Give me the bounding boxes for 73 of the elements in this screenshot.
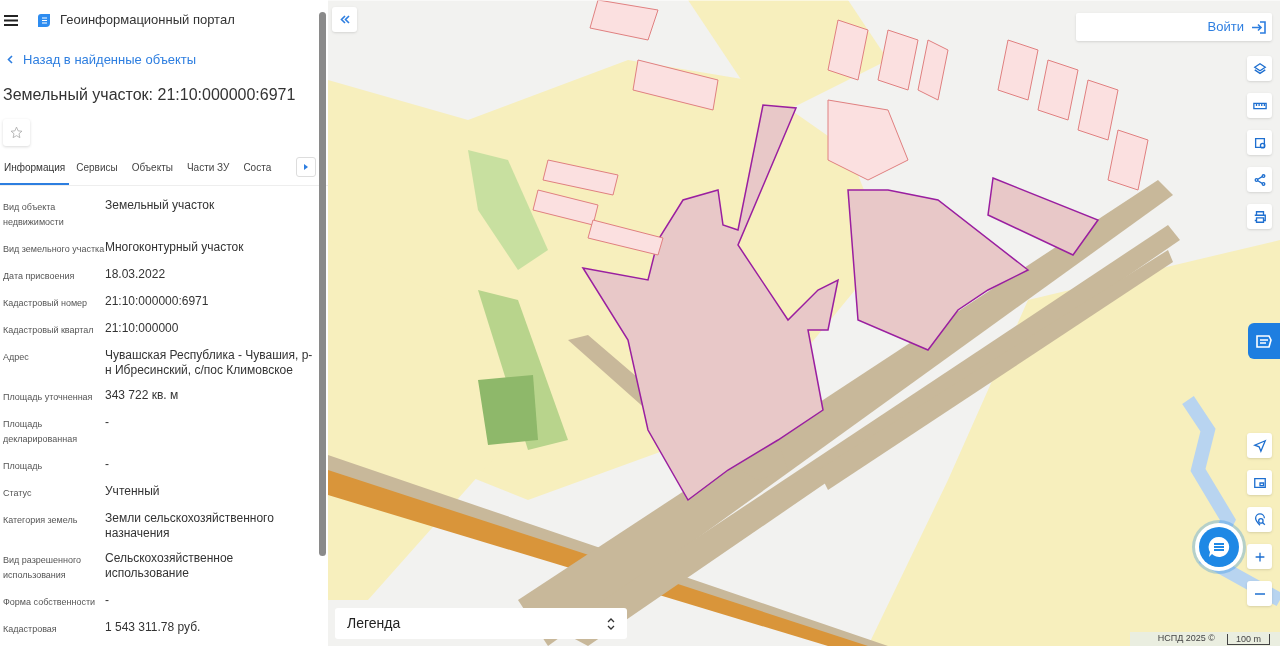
property-value: 21:10:000000:6971 xyxy=(105,293,210,309)
property-value: Земельный участок xyxy=(105,197,216,213)
print-icon xyxy=(1252,209,1267,224)
zoom-out-button[interactable] xyxy=(1247,581,1272,606)
property-value: 343 722 кв. м xyxy=(105,387,180,403)
attribution-text: НСПД 2025 © xyxy=(1157,632,1215,646)
navigation-arrow-button[interactable] xyxy=(1247,433,1272,458)
back-link[interactable]: Назад в найденные объекты xyxy=(7,50,197,70)
share-icon xyxy=(1252,172,1267,187)
app-title: Геоинформационный портал xyxy=(60,11,235,30)
tab[interactable]: Сервисы xyxy=(69,155,125,185)
menu-icon[interactable] xyxy=(4,14,18,26)
scale-bar: 100 m xyxy=(1227,633,1270,645)
property-label: Статус xyxy=(2,486,33,500)
navigation-arrow-icon xyxy=(1252,438,1267,453)
tab[interactable]: Соста xyxy=(236,155,279,185)
property-value: 21:10:000000 xyxy=(105,320,180,336)
location-search-icon xyxy=(1252,512,1267,527)
property-label: Кадастровая xyxy=(2,622,58,636)
tab[interactable]: Объекты xyxy=(124,155,180,185)
property-label: Форма собственности xyxy=(2,595,97,609)
layers-icon xyxy=(1252,61,1267,76)
caret-icon xyxy=(304,163,308,170)
property-label: Вид объекта недвижимости xyxy=(2,200,65,229)
map-drawing[interactable] xyxy=(328,0,1280,646)
chat-button[interactable] xyxy=(1199,527,1239,567)
login-icon xyxy=(1252,20,1266,34)
property-value: Чувашская Республика - Чувашия, р-н Ибресинский, с/пос Климовское xyxy=(105,347,314,378)
print-button[interactable] xyxy=(1247,204,1272,229)
login-button[interactable]: Войти xyxy=(1207,17,1266,37)
minimap-icon xyxy=(1252,475,1267,490)
chat-icon xyxy=(1208,536,1230,558)
property-label: Вид разрешенного использования xyxy=(2,553,83,582)
scrollbar[interactable] xyxy=(319,12,326,556)
sort-caret-icon xyxy=(607,617,615,630)
property-label: Вид земельного участка xyxy=(2,242,105,256)
property-value: Земли сельскохозяйственного назначения xyxy=(105,510,275,541)
property-value: 1 543 311.78 руб. xyxy=(105,619,202,635)
area-select-icon xyxy=(1252,135,1267,150)
tab[interactable]: Части ЗУ xyxy=(179,155,237,185)
object-title: Земельный участок: 21:10:000000:6971 xyxy=(3,84,297,105)
property-value: - xyxy=(105,456,110,472)
share-button[interactable] xyxy=(1247,167,1272,192)
star-icon xyxy=(10,125,23,139)
property-label: Адрес xyxy=(2,350,30,364)
back-chevron-icon xyxy=(7,55,13,65)
collapse-panel-button[interactable] xyxy=(332,7,357,32)
tab[interactable]: Информация xyxy=(0,155,70,185)
logo-icon xyxy=(38,13,50,27)
property-label: Дата присвоения xyxy=(2,269,76,283)
property-label: Площадь xyxy=(2,459,44,473)
area-select-button[interactable] xyxy=(1247,130,1272,155)
tabs-scroll-button[interactable] xyxy=(296,156,316,177)
property-value: - xyxy=(105,592,110,608)
double-chevron-icon xyxy=(339,15,350,24)
property-value: Учтенный xyxy=(105,483,161,499)
property-label: Кадастровый квартал xyxy=(2,323,95,337)
layers-button[interactable] xyxy=(1247,56,1272,81)
minimap-button[interactable] xyxy=(1247,470,1272,495)
location-search-button[interactable] xyxy=(1247,507,1272,532)
property-label: Категория земель xyxy=(2,513,79,527)
property-value: 18.03.2022 xyxy=(105,266,167,282)
zoom-out-icon xyxy=(1253,592,1266,595)
ruler-button[interactable] xyxy=(1247,93,1272,118)
property-label: Кадастровый номер xyxy=(2,296,89,310)
legend-dropdown[interactable]: Легенда xyxy=(335,608,627,639)
property-value: Сельскохозяйственное использование xyxy=(105,550,235,581)
property-label: Площадь уточненная xyxy=(2,390,94,404)
side-tab-icon[interactable] xyxy=(1248,323,1280,359)
property-label: Площадь декларированная xyxy=(2,417,79,446)
property-value: - xyxy=(105,414,110,430)
zoom-in-button[interactable] xyxy=(1247,544,1272,569)
property-value: Многоконтурный участок xyxy=(105,239,245,255)
